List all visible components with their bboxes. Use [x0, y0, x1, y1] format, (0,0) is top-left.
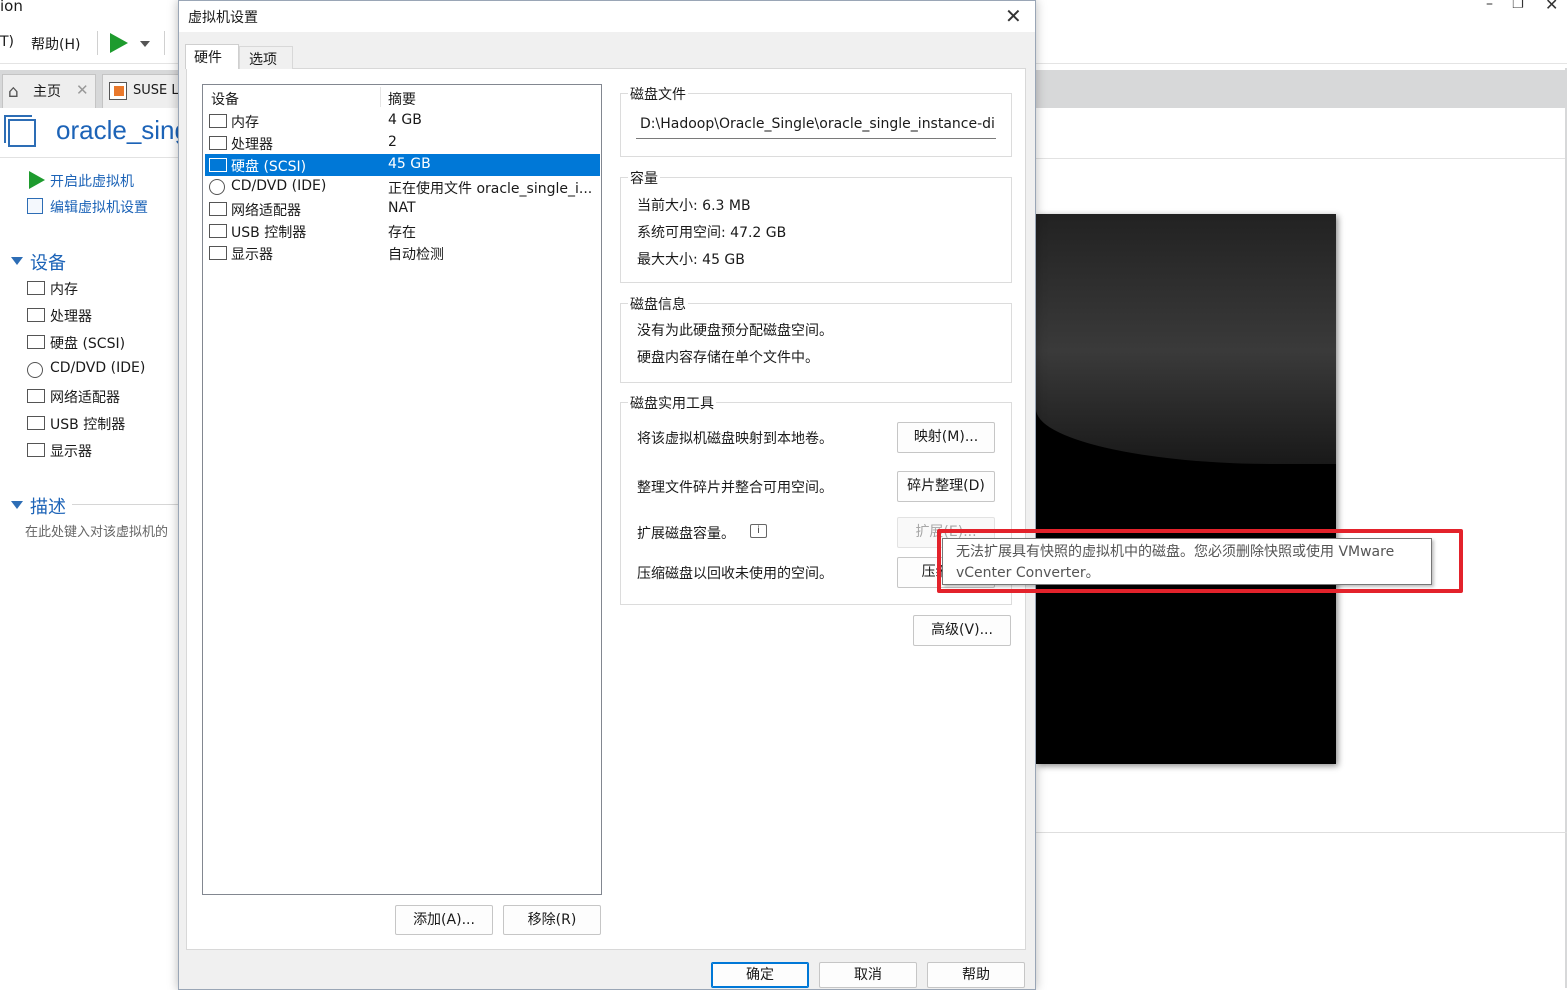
divider [1036, 832, 1567, 833]
harddisk-icon [27, 335, 45, 349]
device-summary: 正在使用文件 oracle_single_i... [388, 181, 593, 197]
power-on-link[interactable]: 开启此虚拟机 [50, 171, 134, 191]
sidebar-device-usb[interactable]: USB 控制器 [50, 414, 125, 434]
disk-info-line: 没有为此硬盘预分配磁盘空间。 [637, 323, 833, 339]
vm-tab-icon-fill [114, 86, 124, 96]
sidebar-device-network[interactable]: 网络适配器 [50, 387, 120, 407]
disk-utilities-heading: 磁盘实用工具 [628, 393, 716, 413]
vm-icon-front [8, 119, 36, 147]
device-name: USB 控制器 [231, 225, 307, 241]
monitor-icon [209, 246, 227, 260]
edit-settings-link[interactable]: 编辑虚拟机设置 [50, 197, 148, 217]
tab-home-label[interactable]: 主页 [33, 81, 61, 101]
device-name: 网络适配器 [231, 203, 301, 219]
home-icon: ⌂ [8, 82, 19, 102]
dialog-title-bar [179, 1, 1035, 32]
ok-button[interactable]: 确定 [711, 962, 809, 988]
menu-view[interactable]: T) [0, 34, 14, 50]
harddisk-icon [209, 158, 227, 172]
add-device-button[interactable]: 添加(A)... [395, 905, 493, 935]
cpu-icon [209, 136, 227, 150]
device-name: 显示器 [231, 247, 273, 263]
sidebar-device-cpu[interactable]: 处理器 [50, 306, 92, 326]
column-separator[interactable] [380, 87, 381, 107]
sidebar-device-cd[interactable]: CD/DVD (IDE) [50, 360, 145, 376]
defrag-button[interactable]: 碎片整理(D) [897, 471, 995, 502]
usb-icon [209, 224, 227, 238]
toolbar-separator [97, 31, 98, 55]
dialog-close-icon[interactable]: ✕ [1005, 4, 1022, 28]
sidebar-device-memory[interactable]: 内存 [50, 279, 78, 299]
cd-icon [27, 362, 43, 378]
monitor-icon [27, 443, 45, 457]
device-name: 处理器 [231, 137, 273, 153]
compact-label: 压缩磁盘以回收未使用的空间。 [637, 566, 833, 582]
help-button[interactable]: 帮助 [927, 962, 1025, 988]
memory-icon [27, 281, 45, 295]
minimize-icon[interactable]: – [1486, 0, 1493, 12]
device-summary: 45 GB [388, 156, 431, 172]
capacity-heading: 容量 [628, 168, 660, 188]
vm-header-right [1036, 108, 1567, 158]
edit-settings-icon[interactable] [27, 198, 43, 214]
system-free-space: 系统可用空间: 47.2 GB [637, 225, 787, 241]
device-name: 硬盘 (SCSI) [231, 159, 307, 175]
chevron-down-icon[interactable] [140, 41, 150, 47]
play-icon[interactable] [110, 33, 128, 53]
expand-label: 扩展磁盘容量。 [637, 526, 735, 542]
device-summary: 存在 [388, 225, 416, 241]
device-summary: NAT [388, 200, 416, 216]
tab-options-label[interactable]: 选项 [249, 49, 277, 69]
description-placeholder[interactable]: 在此处键入对该虚拟机的 [25, 521, 180, 540]
collapse-arrow-icon[interactable] [11, 257, 23, 265]
tab-close-icon[interactable]: ✕ [76, 81, 89, 99]
cancel-button[interactable]: 取消 [819, 962, 917, 988]
device-name: CD/DVD (IDE) [231, 178, 327, 194]
description-heading[interactable]: 描述 [30, 493, 66, 519]
disk-info-heading: 磁盘信息 [628, 294, 688, 314]
memory-icon [209, 114, 227, 128]
remove-device-button[interactable]: 移除(R) [503, 905, 601, 935]
menu-help[interactable]: 帮助(H) [31, 34, 80, 54]
collapse-arrow-icon[interactable] [11, 501, 23, 509]
tab-suse-label[interactable]: SUSE Li [133, 83, 182, 98]
toolbar-separator [164, 31, 165, 55]
console-sheen [1036, 214, 1336, 464]
highlight-box [937, 529, 1463, 593]
window-close-icon[interactable]: ✕ [1545, 0, 1558, 14]
device-summary: 4 GB [388, 112, 422, 128]
device-name: 内存 [231, 115, 259, 131]
sidebar-device-harddisk[interactable]: 硬盘 (SCSI) [50, 333, 125, 353]
advanced-button[interactable]: 高级(V)... [913, 615, 1011, 646]
main-window-title: ion [0, 0, 23, 15]
divider [1036, 158, 1567, 159]
device-summary: 2 [388, 134, 397, 150]
network-icon [27, 389, 45, 403]
disk-file-heading: 磁盘文件 [628, 84, 688, 104]
map-label: 将该虚拟机磁盘映射到本地卷。 [637, 431, 833, 447]
disk-file-value[interactable]: D:\Hadoop\Oracle_Single\oracle_single_in… [640, 116, 994, 132]
column-header-summary[interactable]: 摘要 [388, 89, 416, 109]
devices-heading[interactable]: 设备 [30, 249, 66, 275]
usb-icon [27, 416, 45, 430]
restore-icon[interactable]: ❐ [1512, 0, 1524, 12]
cpu-icon [27, 308, 45, 322]
map-button[interactable]: 映射(M)... [897, 422, 995, 453]
disk-info-group [620, 303, 1012, 383]
dialog-title: 虚拟机设置 [188, 10, 258, 26]
sidebar-device-monitor[interactable]: 显示器 [50, 441, 92, 461]
tab-hardware-label[interactable]: 硬件 [194, 47, 222, 67]
power-on-icon[interactable] [29, 171, 45, 189]
device-summary: 自动检测 [388, 247, 444, 263]
vm-title: oracle_sing [56, 115, 189, 145]
defrag-label: 整理文件碎片并整合可用空间。 [637, 480, 833, 496]
divider [72, 504, 182, 505]
current-size: 当前大小: 6.3 MB [637, 198, 751, 214]
max-size: 最大大小: 45 GB [637, 252, 745, 268]
column-header-device[interactable]: 设备 [211, 89, 239, 109]
info-icon[interactable]: i [750, 524, 767, 538]
disk-info-line: 硬盘内容存储在单个文件中。 [637, 350, 819, 366]
network-icon [209, 202, 227, 216]
cd-icon [209, 179, 225, 195]
